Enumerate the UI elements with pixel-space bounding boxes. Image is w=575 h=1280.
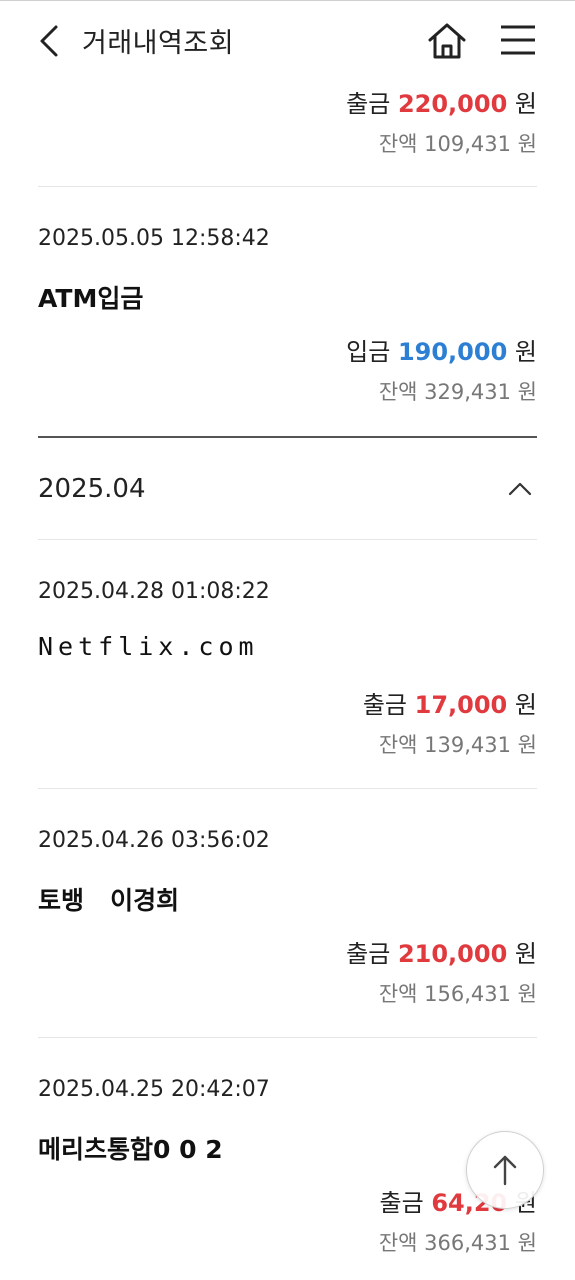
- balance-label: 잔액: [378, 733, 418, 757]
- transaction-balance: 잔액 329,431 원: [379, 376, 537, 406]
- divider: [38, 1037, 537, 1038]
- chevron-left-icon[interactable]: [34, 23, 64, 59]
- currency-label: 원: [517, 132, 537, 156]
- home-icon[interactable]: [426, 21, 468, 61]
- amount-value: 220,000: [397, 90, 508, 118]
- currency-label: 원: [514, 691, 537, 719]
- balance-label: 잔액: [378, 380, 418, 404]
- transaction-balance: 잔액 366,431 원: [379, 1227, 537, 1257]
- balance-value: 329,431: [424, 380, 511, 404]
- transaction-amount: 출금 17,000 원: [363, 685, 537, 720]
- hamburger-menu-icon[interactable]: [498, 23, 538, 57]
- balance-value: 156,431: [424, 982, 511, 1006]
- currency-label: 원: [517, 733, 537, 757]
- balance-value: 139,431: [424, 733, 511, 757]
- page-title: 거래내역조회: [82, 28, 235, 59]
- transaction-datetime: 2025.04.26 03:56:02: [38, 828, 270, 853]
- transaction-description: 토뱅 이경희: [38, 886, 180, 915]
- currency-label: 원: [514, 940, 537, 968]
- currency-label: 원: [514, 338, 537, 366]
- balance-label: 잔액: [378, 132, 418, 156]
- transaction-description: 메리츠통합0 0 2: [38, 1135, 223, 1164]
- transaction-balance: 잔액 109,431 원: [379, 128, 537, 158]
- scroll-to-top-button[interactable]: [466, 1131, 544, 1209]
- transaction-description: Netflix.com: [38, 632, 259, 661]
- transaction-description: ATM입금: [38, 284, 144, 313]
- currency-label: 원: [514, 90, 537, 118]
- balance-label: 잔액: [378, 982, 418, 1006]
- balance-label: 잔액: [378, 1231, 418, 1255]
- transaction-amount: 입금 190,000 원: [346, 332, 537, 367]
- currency-label: 원: [517, 1231, 537, 1255]
- divider: [38, 186, 537, 187]
- currency-label: 원: [517, 380, 537, 404]
- transaction-type-label: 출금: [346, 940, 391, 968]
- amount-value: 190,000: [397, 338, 508, 366]
- transaction-datetime: 2025.05.05 12:58:42: [38, 226, 270, 251]
- divider: [38, 539, 537, 540]
- amount-value: 210,000: [397, 940, 508, 968]
- transaction-amount: 출금 220,000 원: [346, 84, 537, 119]
- transaction-datetime: 2025.04.28 01:08:22: [38, 579, 270, 604]
- section-divider: [38, 436, 537, 438]
- arrow-up-icon: [493, 1155, 517, 1186]
- transaction-balance: 잔액 156,431 원: [379, 978, 537, 1008]
- transaction-type-label: 출금: [346, 90, 391, 118]
- amount-value: 17,000: [414, 691, 508, 719]
- app-header: 거래내역조회: [0, 0, 575, 79]
- transaction-type-label: 출금: [379, 1189, 424, 1217]
- chevron-up-icon[interactable]: [506, 478, 534, 500]
- transaction-datetime: 2025.04.25 20:42:07: [38, 1077, 270, 1102]
- balance-value: 109,431: [424, 132, 511, 156]
- transaction-type-label: 입금: [346, 338, 391, 366]
- transaction-balance: 잔액 139,431 원: [379, 729, 537, 759]
- month-label: 2025.04: [38, 474, 146, 504]
- divider: [38, 788, 537, 789]
- currency-label: 원: [517, 982, 537, 1006]
- transaction-type-label: 출금: [362, 691, 407, 719]
- transaction-amount: 출금 210,000 원: [346, 934, 537, 969]
- balance-value: 366,431: [424, 1231, 511, 1255]
